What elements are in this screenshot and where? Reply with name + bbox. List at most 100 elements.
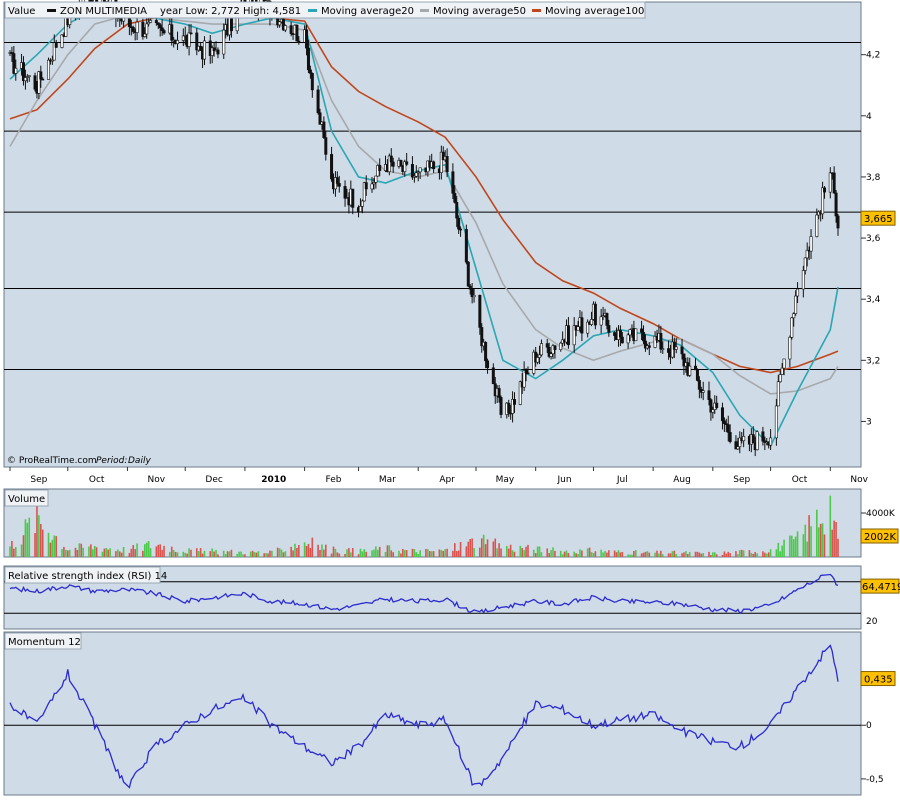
volume-bar	[88, 546, 90, 557]
volume-bar	[74, 547, 77, 557]
volume-bar	[796, 531, 799, 557]
volume-bar	[440, 550, 443, 557]
volume-bar	[442, 550, 445, 557]
volume-bar	[338, 553, 341, 557]
price-bar-body	[626, 334, 630, 344]
volume-bar	[92, 549, 94, 557]
x-tick-label: Oct	[89, 475, 105, 485]
volume-bar	[819, 523, 822, 557]
volume-bar	[762, 551, 764, 557]
price-bar-body	[695, 369, 699, 381]
year-range: year Low: 2,772 High: 4,581	[160, 6, 301, 17]
price-bar-body	[47, 59, 51, 80]
volume-bar	[723, 551, 726, 557]
volume-bar	[282, 552, 285, 557]
volume-bar	[467, 541, 470, 557]
volume-bar	[430, 551, 433, 557]
volume-bar	[255, 552, 258, 557]
volume-bar	[748, 550, 751, 557]
volume-bar	[700, 553, 703, 557]
volume-bar	[546, 548, 549, 557]
price-bar-body	[54, 42, 58, 48]
price-plot-area	[3, 1, 862, 468]
price-tick-label: 3	[866, 417, 872, 427]
volume-bar	[469, 539, 472, 557]
volume-bar	[631, 554, 633, 557]
price-bar-body	[661, 348, 665, 350]
x-tick-label: Apr	[439, 475, 455, 485]
value-label: Value	[8, 6, 35, 17]
volume-bar	[115, 551, 117, 557]
volume-bar	[346, 549, 348, 557]
price-bar-body	[308, 69, 312, 74]
volume-bar	[176, 552, 179, 557]
volume-bar	[400, 553, 402, 557]
volume-bar	[713, 552, 716, 557]
volume-bar	[438, 549, 441, 557]
price-bar-body	[620, 336, 624, 344]
volume-bar	[683, 552, 685, 557]
volume-bar	[184, 552, 187, 557]
volume-bar	[41, 529, 44, 557]
volume-title: Volume	[8, 494, 45, 505]
price-bar-body	[468, 285, 472, 290]
volume-bar	[107, 549, 110, 557]
volume-bar	[635, 550, 637, 557]
volume-bar	[621, 551, 624, 557]
price-bar-body	[418, 167, 422, 173]
volume-bar	[452, 550, 454, 557]
price-bar-body	[358, 206, 362, 212]
volume-bar	[519, 545, 522, 557]
volume-bar	[38, 515, 40, 557]
price-bar-body	[715, 402, 719, 408]
price-bar-body	[306, 47, 310, 71]
volume-bar	[190, 549, 192, 557]
volume-bar	[211, 548, 213, 557]
volume-bar	[654, 552, 656, 557]
volume-bar	[76, 549, 79, 557]
price-bar-body	[149, 20, 153, 23]
price-bar-body	[330, 154, 334, 180]
volume-bar	[629, 554, 631, 557]
volume-bar	[249, 551, 252, 557]
price-bar-body	[305, 29, 309, 49]
price-bar-body	[60, 34, 64, 48]
price-bar-body	[701, 390, 705, 393]
price-bar-body	[33, 75, 37, 90]
volume-bar	[149, 548, 152, 557]
price-bar-body	[628, 329, 632, 336]
volume-bar	[11, 540, 13, 557]
volume-last-value: 2002K	[864, 532, 896, 543]
price-bar-body	[823, 187, 827, 193]
price-bar-body	[618, 330, 622, 338]
volume-bar	[49, 542, 52, 557]
price-bar-body	[499, 397, 503, 415]
volume-bar	[823, 534, 826, 557]
price-bar-body	[576, 326, 580, 331]
price-bar-body	[790, 317, 794, 338]
price-bar-body	[322, 121, 326, 138]
volume-bar	[80, 543, 83, 557]
volume-bar	[507, 548, 510, 557]
volume-tick-label: 4000K	[866, 509, 896, 519]
price-bar-body	[782, 358, 786, 369]
volume-bar	[808, 515, 810, 557]
price-bar-body	[414, 172, 418, 177]
x-tick-label: 2010	[261, 475, 286, 485]
price-bar-body	[680, 346, 684, 355]
volume-bar	[833, 520, 835, 557]
momentum-plot-area	[3, 631, 862, 796]
volume-bar	[829, 495, 832, 557]
rsi-last-value: 64,4719	[862, 582, 900, 593]
volume-bar	[263, 553, 265, 557]
volume-bar	[552, 547, 554, 557]
volume-bar	[646, 551, 649, 557]
volume-bar	[586, 548, 589, 557]
volume-panel: Volume 4000K 2002K	[3, 488, 899, 558]
price-bar-body	[836, 215, 840, 229]
volume-bar	[143, 544, 146, 557]
price-bar-body	[484, 342, 488, 362]
volume-bar	[361, 551, 364, 557]
x-tick-label: Feb	[326, 475, 342, 485]
volume-bar	[660, 550, 662, 557]
